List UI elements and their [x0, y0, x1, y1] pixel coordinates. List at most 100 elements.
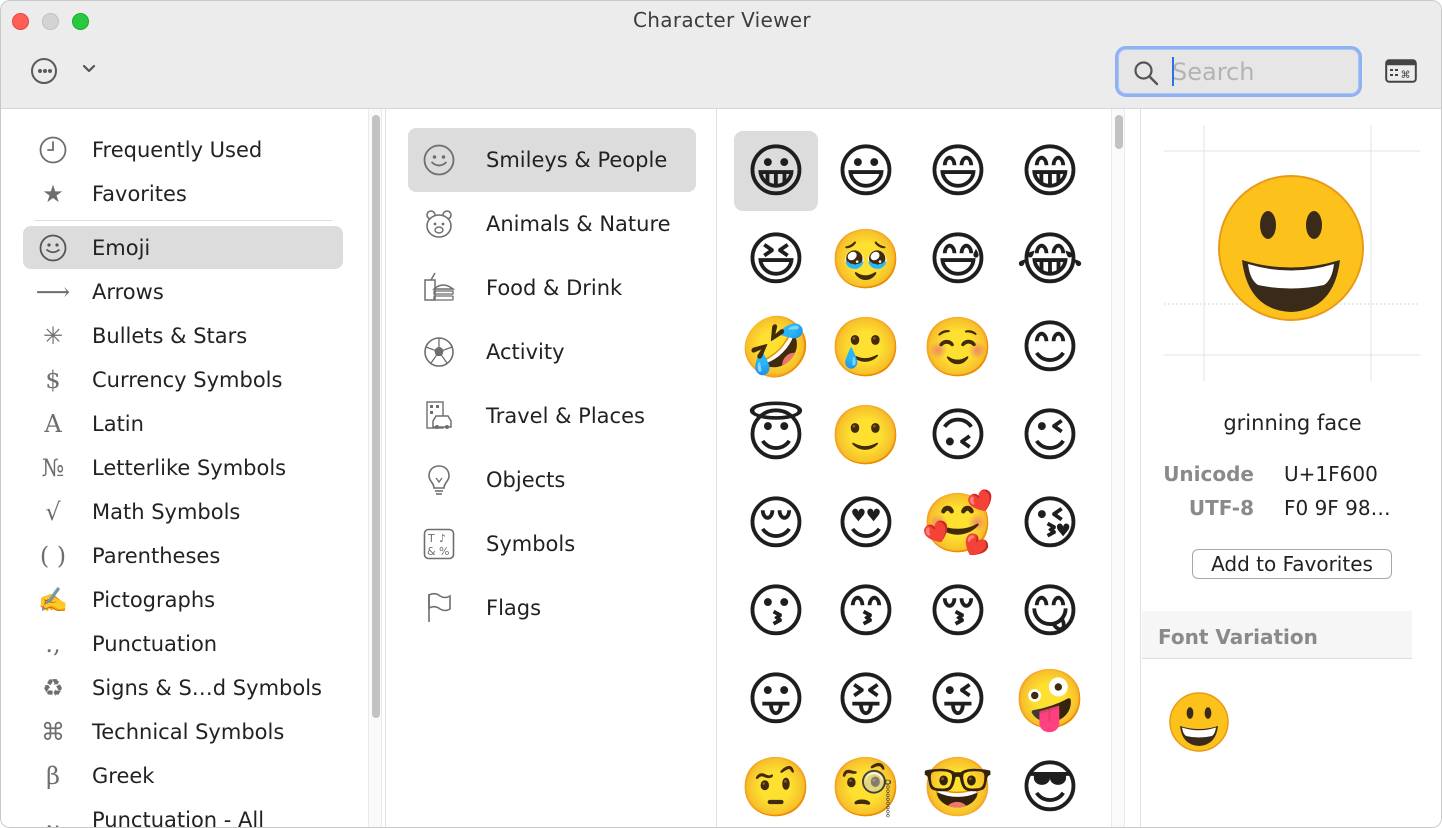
emoji-cell[interactable]: 🙃 [916, 395, 1000, 475]
emoji-cell[interactable]: 🥹 [824, 219, 908, 299]
writing-hand-icon: ✍ [38, 585, 68, 614]
emoji-cell[interactable]: 🙂 [824, 395, 908, 475]
emoji-cell[interactable]: 😆 [734, 219, 818, 299]
emoji-glyph: 🤪 [1013, 665, 1087, 733]
emoji-cell[interactable]: 🥲 [824, 307, 908, 387]
star-icon: ★ [42, 179, 64, 208]
emoji-glyph: 😛 [745, 665, 807, 733]
add-to-favorites-button[interactable]: Add to Favorites [1192, 549, 1392, 579]
emoji-cell[interactable]: 🤓 [916, 747, 1000, 827]
subcategory-objects[interactable]: Objects [408, 448, 696, 512]
sidebar-item-punctuation-all[interactable]: ., Punctuation - All [23, 798, 343, 828]
subcategory-flags[interactable]: Flags [408, 576, 696, 640]
utf8-value: F0 9F 98… [1284, 496, 1391, 520]
emoji-cell[interactable]: 😛 [734, 659, 818, 739]
subcategory-label: Objects [486, 468, 566, 492]
emoji-cell[interactable]: 😅 [916, 219, 1000, 299]
subcategory-animals-nature[interactable]: Animals & Nature [408, 192, 696, 256]
subcategory-smileys-people[interactable]: Smileys & People [408, 128, 696, 192]
emoji-cell[interactable]: 🤣 [734, 307, 818, 387]
emoji-cell[interactable]: 😋 [1008, 571, 1092, 651]
emoji-cell[interactable]: 😎 [1008, 747, 1092, 827]
sidebar-item-frequently-used[interactable]: Frequently Used [23, 128, 343, 171]
clock-icon [23, 135, 83, 165]
emoji-cell[interactable]: 😉 [1008, 395, 1092, 475]
sidebar-item-arrows[interactable]: ⟶ Arrows [23, 270, 343, 313]
subcategory-food-drink[interactable]: Food & Drink [408, 256, 696, 320]
emoji-cell[interactable]: 😍 [824, 483, 908, 563]
emoji-cell[interactable]: 😊 [1008, 307, 1092, 387]
emoji-cell[interactable]: 😜 [916, 659, 1000, 739]
sidebar-item-punctuation[interactable]: ., Punctuation [23, 622, 343, 665]
emoji-glyph: 😆 [745, 225, 807, 293]
subcategory-label: Travel & Places [486, 404, 645, 428]
punctuation-all-icon: ., [45, 805, 61, 828]
chevron-down-icon[interactable] [81, 61, 97, 77]
emoji-cell[interactable]: 😀 [734, 131, 818, 211]
emoji-grid: 😀 😃 😄 😁 😆 🥹 😅 😂 🤣 🥲 ☺️ 😊 😇 🙂 🙃 😉 😌 😍 🥰 😘 😗 😙 😚 😋 😛 😝 😜 🤪 🤨 🧐 🤓 😎 [718, 109, 1141, 827]
ellipsis-circle-icon[interactable] [31, 58, 57, 84]
emoji-glyph: 😎 [1019, 753, 1081, 821]
punctuation-icon: ., [45, 629, 61, 658]
grinning-face-icon [1218, 175, 1364, 321]
grid-scroll-thumb[interactable] [1115, 115, 1123, 149]
emoji-cell[interactable]: 😂 [1008, 219, 1092, 299]
sidebar-item-favorites[interactable]: ★ Favorites [23, 172, 343, 215]
emoji-cell[interactable]: 😘 [1008, 483, 1092, 563]
emoji-cell[interactable]: 😇 [734, 395, 818, 475]
sidebar-item-signs-s-d-symbols[interactable]: ♻ Signs & S…d Symbols [23, 666, 343, 709]
sidebar-item-parentheses[interactable]: ( ) Parentheses [23, 534, 343, 577]
emoji-glyph: 🥲 [829, 313, 903, 381]
font-variant-grinning-face[interactable] [1164, 687, 1234, 757]
emoji-cell[interactable]: ☺️ [916, 307, 1000, 387]
sidebar-item-math-symbols[interactable]: √ Math Symbols [23, 490, 343, 533]
subcategory-travel-places[interactable]: Travel & Places [408, 384, 696, 448]
smiley-icon [408, 143, 470, 177]
sidebar-scrollbar[interactable] [368, 109, 382, 827]
sidebar-item-emoji[interactable]: Emoji [23, 226, 343, 269]
emoji-cell[interactable]: 😁 [1008, 131, 1092, 211]
emoji-glyph: 😘 [1019, 489, 1081, 557]
emoji-cell[interactable]: 😄 [916, 131, 1000, 211]
sidebar-item-latin[interactable]: A Latin [23, 402, 343, 445]
sidebar-item-letterlike-symbols[interactable]: № Letterlike Symbols [23, 446, 343, 489]
emoji-cell[interactable]: 🧐 [824, 747, 908, 827]
emoji-cell[interactable]: 😙 [824, 571, 908, 651]
dollar-icon: $ [45, 365, 61, 394]
sidebar-item-greek[interactable]: β Greek [23, 754, 343, 797]
emoji-glyph: 🥹 [829, 225, 903, 293]
emoji-cell[interactable]: 🤨 [734, 747, 818, 827]
search-input[interactable] [1172, 55, 1352, 88]
emoji-cell[interactable]: 😌 [734, 483, 818, 563]
flag-icon [408, 591, 470, 625]
emoji-glyph: 😋 [1019, 577, 1081, 645]
grid-scrollbar[interactable] [1111, 109, 1125, 827]
emoji-cell[interactable]: 😗 [734, 571, 818, 651]
emoji-cell[interactable]: 😃 [824, 131, 908, 211]
sidebar-item-currency-symbols[interactable]: $ Currency Symbols [23, 358, 343, 401]
subcategory-list: Smileys & People Animals & Nature Food & D… [387, 109, 717, 827]
emoji-glyph: 😂 [1016, 225, 1084, 293]
keyboard-viewer-icon[interactable]: ⌘ [1385, 59, 1417, 83]
emoji-glyph: 😍 [835, 489, 897, 557]
emoji-cell[interactable]: 🤪 [1008, 659, 1092, 739]
subcategory-activity[interactable]: Activity [408, 320, 696, 384]
emoji-cell[interactable]: 😚 [916, 571, 1000, 651]
emoji-cell[interactable]: 😝 [824, 659, 908, 739]
sidebar-item-technical-symbols[interactable]: ⌘ Technical Symbols [23, 710, 343, 753]
emoji-cell[interactable]: 🥰 [916, 483, 1000, 563]
sidebar-item-label: Bullets & Stars [92, 323, 248, 348]
sidebar-item-label: Technical Symbols [92, 719, 285, 744]
sidebar-item-label: Arrows [92, 279, 164, 304]
sidebar-scroll-thumb[interactable] [372, 115, 380, 718]
subcategory-symbols[interactable]: T ♪ &% Symbols [408, 512, 696, 576]
emoji-glyph: 😉 [1019, 401, 1081, 469]
sidebar-item-label: Latin [92, 411, 144, 436]
lightbulb-icon [408, 463, 470, 497]
search-field[interactable] [1115, 46, 1362, 97]
emoji-glyph: 😝 [835, 665, 897, 733]
emoji-glyph: 😙 [835, 577, 897, 645]
sidebar-item-pictographs[interactable]: ✍ Pictographs [23, 578, 343, 621]
sidebar-item-bullets-stars[interactable]: ✳ Bullets & Stars [23, 314, 343, 357]
emoji-glyph: 🤨 [739, 753, 813, 821]
